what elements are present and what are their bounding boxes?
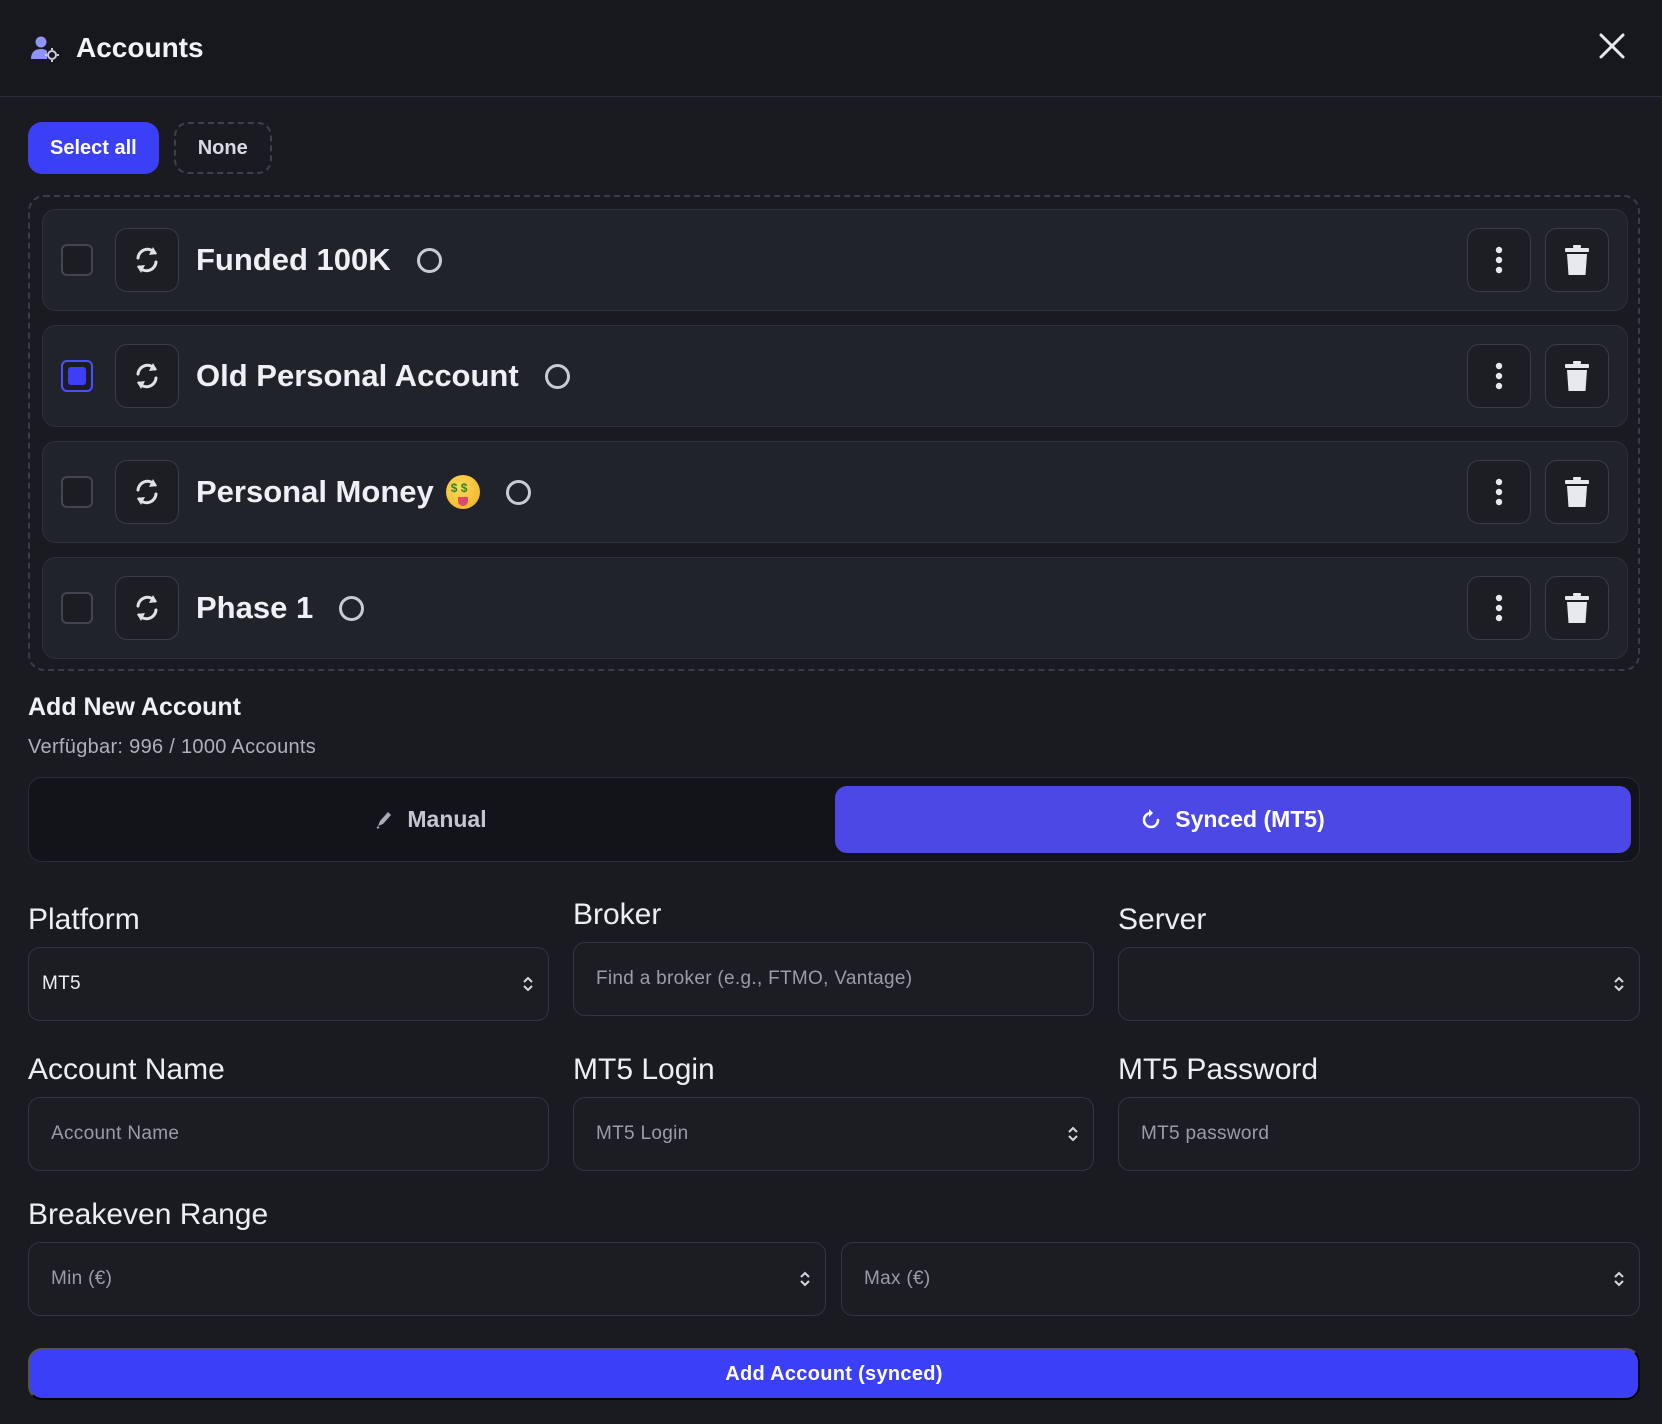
server-select[interactable] (1118, 947, 1640, 1021)
availability-text: Verfügbar: 996 / 1000 Accounts (28, 736, 317, 758)
add-account-title: Add New Account (28, 693, 241, 721)
mode-manual-label: Manual (407, 806, 487, 832)
max-placeholder: Max (€) (864, 1268, 931, 1289)
status-circle-icon (544, 363, 570, 389)
select-arrows-icon (1614, 976, 1624, 992)
platform-select[interactable]: MT5 (28, 947, 549, 1021)
server-label: Server (1118, 903, 1207, 936)
breakeven-label: Breakeven Range (28, 1198, 269, 1231)
trash-icon (1565, 593, 1589, 623)
platform-value: MT5 (42, 973, 81, 994)
account-menu-button[interactable] (1467, 344, 1531, 408)
trash-icon (1565, 361, 1589, 391)
pencil-icon (375, 810, 393, 830)
mode-manual-button[interactable]: Manual (29, 778, 833, 861)
account-name-text: Personal Money (196, 474, 434, 509)
account-row[interactable]: Funded 100K (42, 209, 1628, 311)
account-name-text: Funded 100K (196, 242, 391, 277)
account-checkbox[interactable] (61, 244, 93, 276)
sync-icon (136, 479, 158, 505)
kebab-menu-icon (1495, 594, 1503, 622)
account-row[interactable]: Personal Money (42, 441, 1628, 543)
refresh-icon (1141, 808, 1161, 831)
sync-account-button[interactable] (115, 228, 179, 292)
account-checkbox[interactable] (61, 592, 93, 624)
number-stepper-icon[interactable] (1067, 1124, 1079, 1144)
delete-account-button[interactable] (1545, 344, 1609, 408)
account-name-text: Old Personal Account (196, 358, 519, 393)
users-gear-icon (30, 33, 60, 63)
platform-label: Platform (28, 903, 140, 936)
selection-controls: Select all None (28, 122, 272, 174)
status-circle-icon (416, 247, 442, 273)
kebab-menu-icon (1495, 362, 1503, 390)
mt5-login-placeholder: MT5 Login (596, 1123, 689, 1144)
broker-placeholder: Find a broker (e.g., FTMO, Vantage) (596, 968, 913, 989)
mt5-password-placeholder: MT5 password (1141, 1123, 1270, 1144)
account-checkbox[interactable] (61, 360, 93, 392)
trash-icon (1565, 245, 1589, 275)
mode-synced-button[interactable]: Synced (MT5) (835, 786, 1631, 853)
mt5-login-label: MT5 Login (573, 1053, 715, 1086)
account-name-input[interactable]: Account Name (28, 1097, 549, 1171)
broker-search-input[interactable]: Find a broker (e.g., FTMO, Vantage) (573, 942, 1094, 1016)
close-icon[interactable] (1592, 26, 1632, 66)
mt5-login-input[interactable]: MT5 Login (573, 1097, 1094, 1171)
modal-header: Accounts (0, 0, 1662, 97)
account-checkbox[interactable] (61, 476, 93, 508)
breakeven-min-input[interactable]: Min (€) (28, 1242, 826, 1316)
sync-icon (136, 247, 158, 273)
sync-icon (136, 363, 158, 389)
money-mouth-emoji-icon (445, 475, 480, 509)
account-menu-button[interactable] (1467, 460, 1531, 524)
sync-account-button[interactable] (115, 576, 179, 640)
account-name: Funded 100K (196, 242, 442, 278)
page-title: Accounts (76, 32, 204, 63)
number-stepper-icon[interactable] (799, 1269, 811, 1289)
add-account-button[interactable]: Add Account (synced) (28, 1348, 1640, 1400)
min-placeholder: Min (€) (51, 1268, 113, 1289)
sync-icon (136, 595, 158, 621)
account-row[interactable]: Phase 1 (42, 557, 1628, 659)
status-circle-icon (505, 479, 531, 505)
breakeven-max-input[interactable]: Max (€) (841, 1242, 1640, 1316)
account-name: Phase 1 (196, 590, 365, 626)
trash-icon (1565, 477, 1589, 507)
delete-account-button[interactable] (1545, 460, 1609, 524)
kebab-menu-icon (1495, 478, 1503, 506)
mode-synced-label: Synced (MT5) (1175, 806, 1325, 832)
mt5-password-input[interactable]: MT5 password (1118, 1097, 1640, 1171)
mt5-password-label: MT5 Password (1118, 1053, 1319, 1086)
account-name: Personal Money (196, 474, 531, 510)
kebab-menu-icon (1495, 246, 1503, 274)
select-arrows-icon (523, 976, 533, 992)
select-none-button[interactable]: None (173, 122, 272, 174)
delete-account-button[interactable] (1545, 576, 1609, 640)
select-all-button[interactable]: Select all (28, 122, 159, 174)
status-circle-icon (339, 595, 365, 621)
account-name-text: Phase 1 (196, 590, 314, 625)
account-menu-button[interactable] (1467, 228, 1531, 292)
sync-account-button[interactable] (115, 344, 179, 408)
account-row[interactable]: Old Personal Account (42, 325, 1628, 427)
mode-toggle: Manual Synced (MT5) (28, 777, 1640, 862)
account-name-label: Account Name (28, 1053, 225, 1086)
accounts-modal: Accounts Select all None Funded 100K Old… (0, 0, 1662, 1424)
broker-label: Broker (573, 898, 662, 931)
delete-account-button[interactable] (1545, 228, 1609, 292)
account-menu-button[interactable] (1467, 576, 1531, 640)
account-list: Funded 100K Old Personal Account Persona… (28, 195, 1640, 671)
sync-account-button[interactable] (115, 460, 179, 524)
account-name: Old Personal Account (196, 358, 570, 394)
account-name-placeholder: Account Name (51, 1123, 180, 1144)
number-stepper-icon[interactable] (1613, 1269, 1625, 1289)
